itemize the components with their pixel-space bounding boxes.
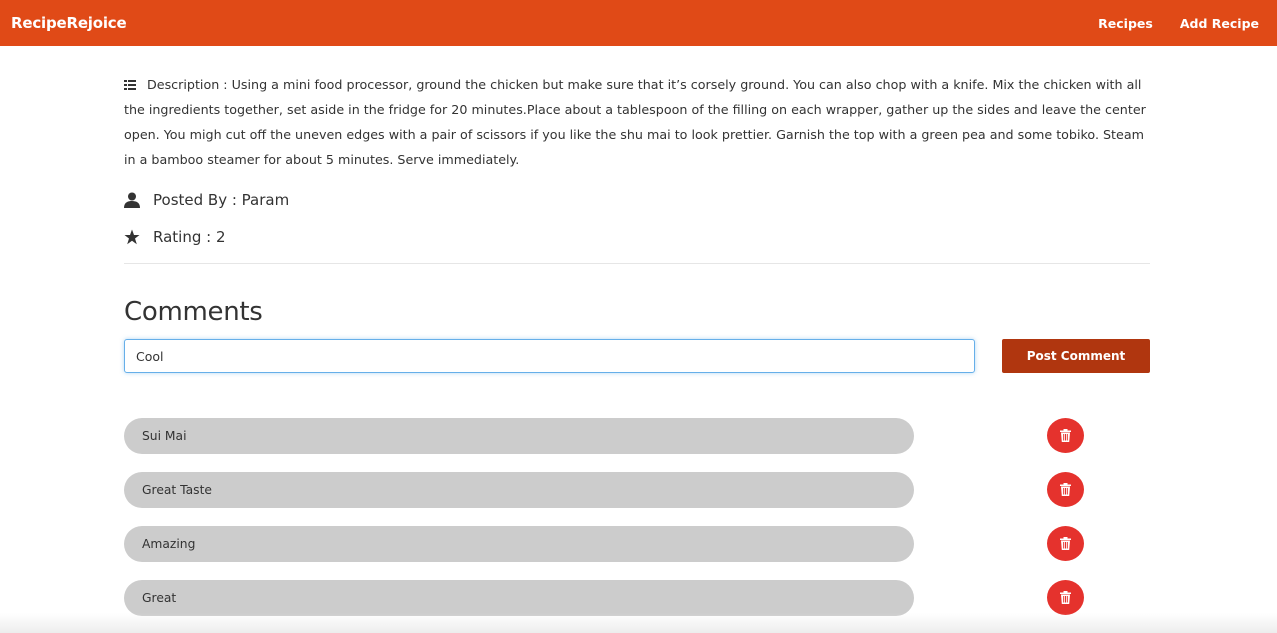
comment-item: Great [124,580,1150,616]
trash-icon [1060,483,1071,496]
rating-text: Rating : 2 [153,228,226,246]
list-icon [124,80,136,90]
trash-icon [1060,429,1071,442]
delete-comment-button[interactable] [1047,472,1084,507]
comment-item: Sui Mai [124,418,1150,454]
nav-link-add-recipe[interactable]: Add Recipe [1180,16,1259,31]
posted-by-text: Posted By : Param [153,191,290,209]
description-text: Description : Using a mini food processo… [124,77,1146,167]
user-icon [124,192,140,208]
recipe-description: Description : Using a mini food processo… [124,72,1150,172]
trash-icon [1060,537,1071,550]
delete-comment-button[interactable] [1047,580,1084,615]
comment-text: Sui Mai [124,418,914,454]
star-icon [124,229,140,245]
post-comment-button[interactable]: Post Comment [1002,339,1150,373]
bottom-shadow [0,613,1277,633]
top-navbar: RecipeRejoice Recipes Add Recipe [0,0,1277,46]
delete-comment-button[interactable] [1047,526,1084,561]
comment-item: Great Taste [124,472,1150,508]
trash-icon [1060,591,1071,604]
delete-comment-button[interactable] [1047,418,1084,453]
comment-text: Amazing [124,526,914,562]
comment-text: Great Taste [124,472,914,508]
brand-logo[interactable]: RecipeRejoice [11,14,127,32]
comment-item: Amazing [124,526,1150,562]
comment-input[interactable] [124,339,975,373]
nav-links: Recipes Add Recipe [1071,16,1259,31]
posted-by-row: Posted By : Param [124,191,289,209]
nav-link-recipes[interactable]: Recipes [1098,16,1153,31]
rating-row: Rating : 2 [124,228,226,246]
comment-text: Great [124,580,914,616]
comments-heading: Comments [124,297,263,327]
section-divider [124,263,1150,264]
